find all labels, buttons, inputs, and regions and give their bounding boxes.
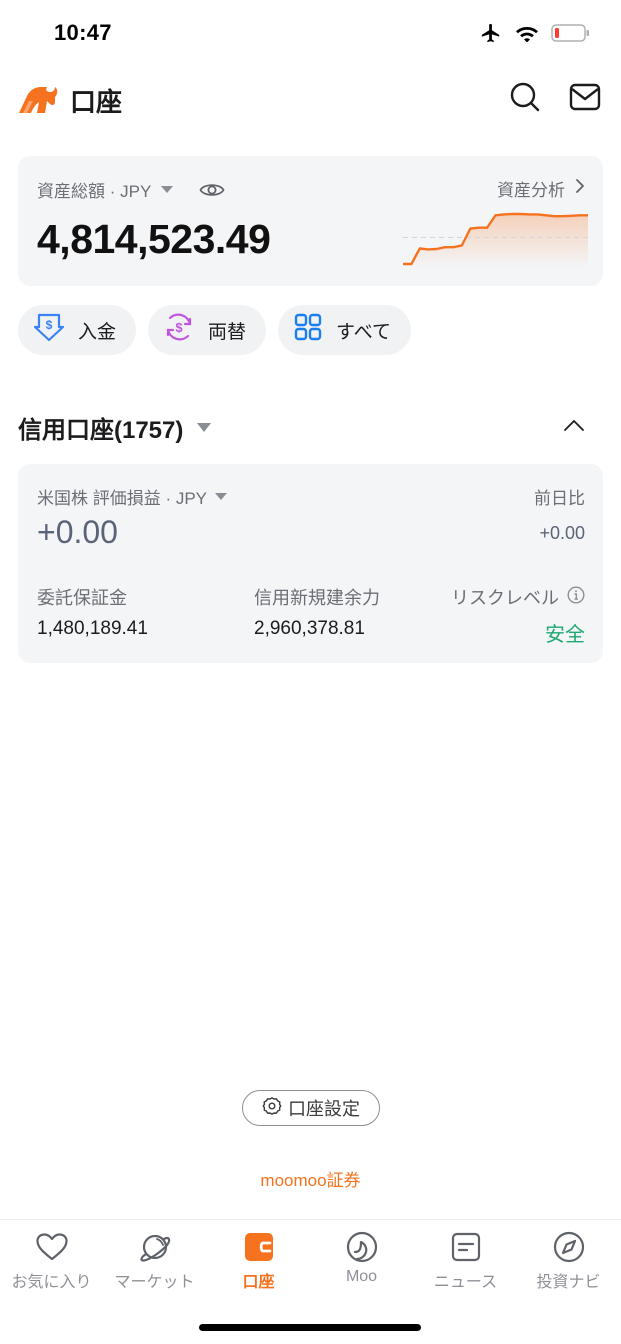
compass-icon: [552, 1230, 586, 1264]
tab-label: Moo: [345, 1268, 378, 1285]
page-title: 口座: [70, 87, 123, 117]
asset-analysis-link[interactable]: 資産分析: [497, 176, 585, 201]
tab-label: 口座: [242, 1274, 275, 1291]
total-assets-value: 4,814,523.49: [37, 216, 271, 262]
airplane-icon: [479, 22, 503, 49]
deposit-button[interactable]: $ 入金: [18, 305, 137, 355]
account-settings-label: 口座設定: [288, 1099, 360, 1119]
mail-icon: [569, 83, 601, 116]
tab-label: お気に入り: [11, 1274, 92, 1291]
metric-value: 2,960,378.81: [254, 618, 365, 639]
battery-low-icon: [551, 23, 591, 48]
news-icon: [449, 1230, 483, 1264]
account-settings-button[interactable]: 口座設定: [242, 1090, 380, 1126]
metric-value: 1,480,189.41: [37, 618, 148, 639]
pl-label: 米国株 評価損益 · JPY: [37, 489, 208, 508]
tab-market[interactable]: マーケット: [103, 1230, 206, 1292]
status-bar: 10:47: [0, 0, 621, 68]
asset-summary-card[interactable]: 資産総額 · JPY 4,814,523.49 資産分析: [18, 156, 603, 286]
exchange-button[interactable]: $ 両替: [148, 305, 267, 355]
risk-level-value: 安全: [545, 624, 585, 646]
metric-label: 信用新規建余力: [254, 588, 380, 608]
exchange-label: 両替: [208, 321, 247, 343]
wifi-icon: [515, 24, 539, 47]
grid-icon: [294, 313, 322, 347]
mail-button[interactable]: [568, 82, 602, 116]
quick-actions: $ 入金 $ 両替 すべて: [18, 305, 411, 355]
account-dropdown-icon: [197, 423, 212, 432]
search-button[interactable]: [508, 82, 542, 116]
tab-label: ニュース: [433, 1274, 498, 1291]
moomoo-logo-icon: [17, 84, 59, 114]
metric-label: 委託保証金: [37, 588, 127, 608]
svg-text:$: $: [175, 320, 183, 335]
asset-analysis-label: 資産分析: [497, 181, 565, 200]
deposit-label: 入金: [78, 321, 117, 343]
pl-value: +0.00: [37, 514, 118, 550]
planet-icon: [138, 1230, 172, 1264]
collapse-button[interactable]: [563, 418, 585, 437]
account-title: 信用口座(1757): [18, 417, 184, 444]
moo-icon: [345, 1230, 379, 1264]
tab-label: 投資ナビ: [536, 1274, 601, 1291]
home-indicator[interactable]: [199, 1324, 421, 1331]
metric-margin-deposit: 委託保証金 1,480,189.41: [37, 584, 148, 640]
asset-sparkline-chart: [403, 212, 588, 268]
tab-favorites[interactable]: お気に入り: [0, 1230, 103, 1292]
all-services-button[interactable]: すべて: [278, 305, 411, 355]
currency-exchange-icon: $: [164, 312, 194, 348]
day-change-value: +0.00: [539, 523, 585, 543]
tab-news[interactable]: ニュース: [414, 1230, 517, 1292]
account-selector[interactable]: 信用口座(1757): [18, 410, 603, 445]
app-header: 口座: [0, 76, 621, 122]
all-services-label: すべて: [336, 321, 391, 343]
asset-label: 資産総額 · JPY: [37, 182, 152, 201]
deposit-icon: $: [33, 312, 65, 348]
day-change-label: 前日比: [534, 489, 585, 508]
metric-label: リスクレベル: [451, 588, 559, 608]
status-icons: [479, 22, 591, 49]
eye-icon[interactable]: [199, 181, 225, 199]
asset-label-row: 資産総額 · JPY: [37, 177, 225, 202]
status-time: 10:47: [54, 20, 112, 45]
chevron-up-icon: [563, 419, 585, 436]
metric-risk-level: リスクレベル 安全: [451, 584, 585, 647]
chevron-right-icon: [575, 178, 585, 199]
tab-label: マーケット: [114, 1274, 195, 1291]
margin-account-card[interactable]: 米国株 評価損益 · JPY +0.00 前日比 +0.00 委託保証金 1,4…: [18, 464, 603, 663]
search-icon: [509, 81, 541, 118]
tab-invest-navi[interactable]: 投資ナビ: [517, 1230, 620, 1292]
tab-moo[interactable]: Moo: [310, 1230, 413, 1286]
svg-text:$: $: [46, 318, 53, 332]
tab-account[interactable]: 口座: [207, 1230, 310, 1292]
sparkline-area: [403, 214, 588, 268]
pl-currency-dropdown-icon[interactable]: [215, 493, 228, 500]
account-section-header: 信用口座(1757): [18, 410, 603, 450]
currency-dropdown-icon[interactable]: [161, 186, 174, 193]
gear-icon: [262, 1096, 282, 1121]
metric-label-row: リスクレベル: [451, 584, 585, 610]
wallet-icon: [242, 1230, 276, 1264]
heart-icon: [35, 1230, 69, 1264]
brand-footer: moomoo証券: [260, 1171, 361, 1190]
metric-buying-power: 信用新規建余力 2,960,378.81: [254, 584, 380, 640]
info-icon[interactable]: [567, 585, 585, 609]
pl-label-row: 米国株 評価損益 · JPY: [37, 484, 228, 509]
